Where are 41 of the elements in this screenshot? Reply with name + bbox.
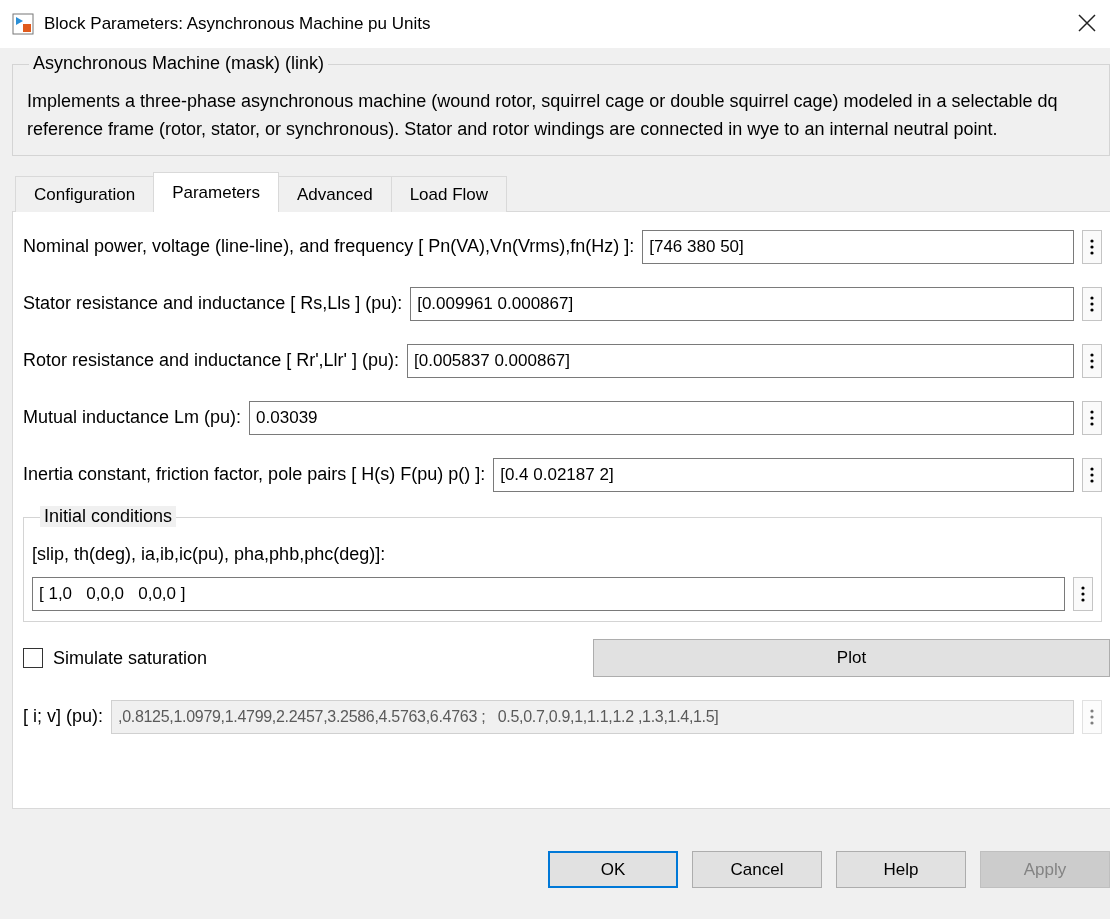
kebab-icon <box>1090 238 1094 255</box>
tab[interactable]: Configuration <box>15 176 155 212</box>
menu-button[interactable] <box>1082 229 1102 264</box>
checkbox[interactable] <box>23 648 43 668</box>
checkbox-label: Simulate saturation <box>53 647 209 669</box>
field-label: Rotor resistance and inductance [ Rr',Llr' ] (pu): <box>23 350 400 371</box>
menu-button[interactable] <box>1082 400 1102 435</box>
kebab-icon <box>1090 466 1094 483</box>
dialog-button[interactable]: Cancel <box>692 851 822 888</box>
field-label: Stator resistance and inductance [ Rs,Lls ] (pu): <box>23 293 403 314</box>
input-field[interactable]: 0.03039 <box>249 400 1074 435</box>
field-label: [slip, th(deg), ia,ib,ic(pu), pha,phb,phc(deg)]: <box>32 544 387 565</box>
dialog-button[interactable]: OK <box>548 851 678 888</box>
field-label: Mutual inductance Lm (pu): <box>23 407 242 428</box>
menu-button[interactable] <box>1082 343 1102 378</box>
input-field[interactable]: [0.009961 0.000867] <box>410 286 1074 321</box>
kebab-icon <box>1090 409 1094 426</box>
input-field[interactable]: [0.005837 0.000867] <box>407 343 1074 378</box>
field-label: Inertia constant, friction factor, pole pairs [ H(s) F(pu) p() ]: <box>23 464 486 485</box>
window-title: Block Parameters: Asynchronous Machine pu Units <box>44 14 432 34</box>
block-icon <box>12 13 34 35</box>
description-text: Implements a three-phase asynchronous machine (wound rotor, squirrel cage or double squirrel cage) modeled in a selectable dq reference frame (rotor, stator, or synchronous). Stator and rotor windings are connected in wye to an internal neutral point. <box>27 90 1059 141</box>
group-title: Initial conditions <box>40 506 177 527</box>
plot-button[interactable]: Plot <box>593 639 1110 677</box>
input-field[interactable]: [0.4 0.02187 2] <box>493 457 1074 492</box>
kebab-icon <box>1090 295 1094 312</box>
dialog-button[interactable]: Help <box>836 851 966 888</box>
tab[interactable]: Advanced <box>278 176 392 212</box>
kebab-icon <box>1081 586 1085 602</box>
input-field[interactable]: [746 380 50] <box>642 229 1074 264</box>
group-title: Asynchronous Machine (mask) (link) <box>29 53 329 74</box>
kebab-icon <box>1090 708 1094 725</box>
tab[interactable]: Parameters <box>153 172 279 212</box>
kebab-icon <box>1090 352 1094 369</box>
menu-button[interactable] <box>1082 286 1102 321</box>
input-field[interactable]: [ 1,0 0,0,0 0,0,0 ] <box>32 577 1065 611</box>
field-label: Nominal power, voltage (line-line), and frequency [ Pn(VA),Vn(Vrms),fn(Hz) ]: <box>23 236 635 257</box>
tab[interactable]: Load Flow <box>390 176 508 212</box>
menu-button[interactable] <box>1073 577 1093 611</box>
menu-button[interactable] <box>1082 457 1102 492</box>
field-label: [ i; v] (pu): <box>23 706 103 727</box>
